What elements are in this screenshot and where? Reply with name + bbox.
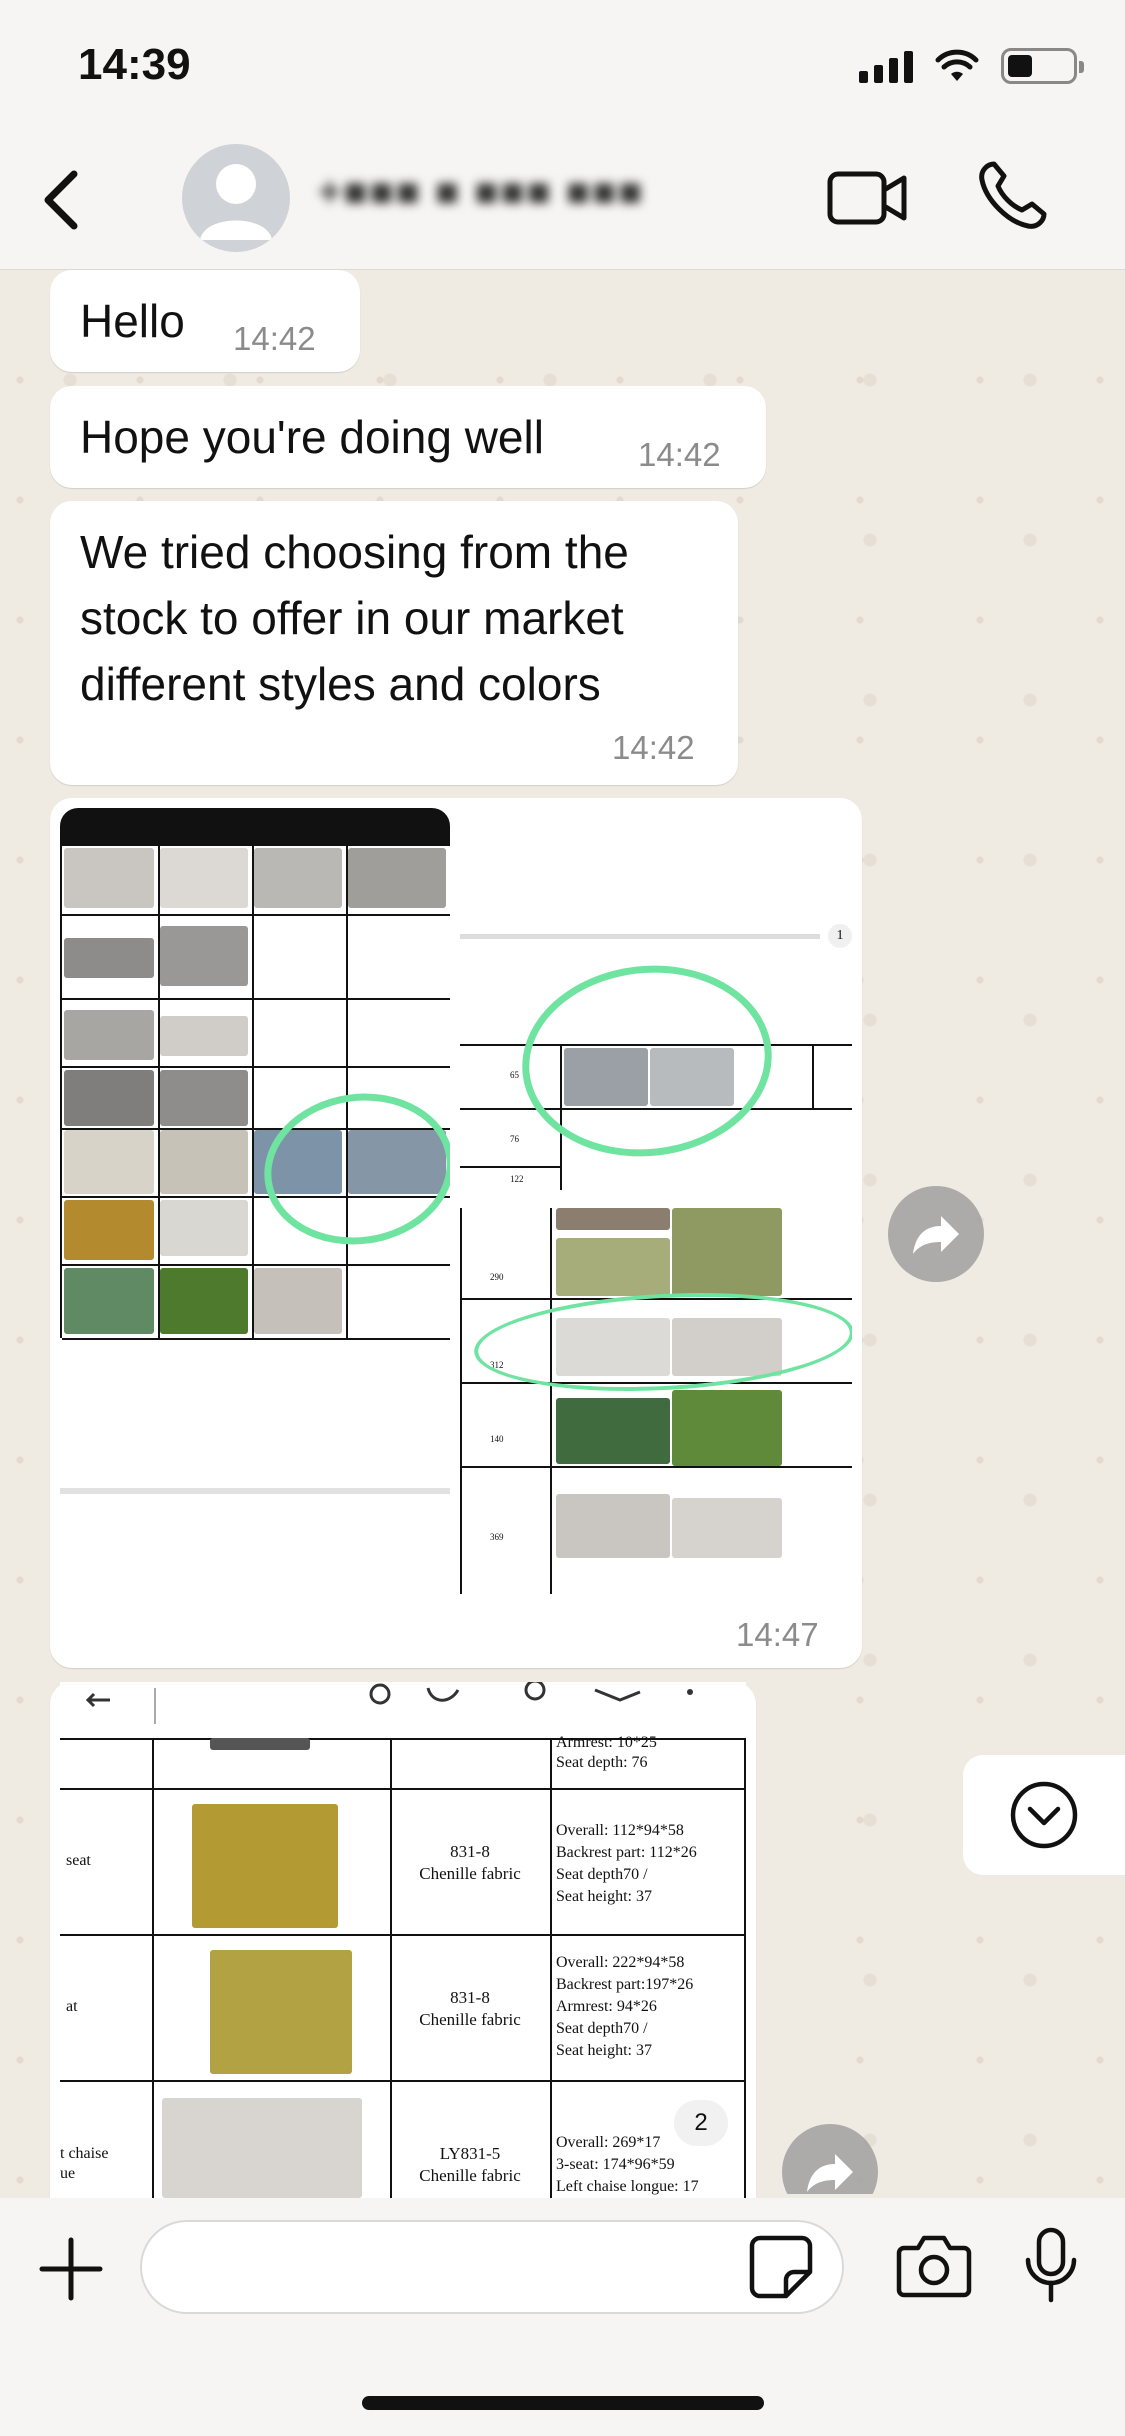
spec-line: Seat height: 37 bbox=[556, 2042, 652, 2059]
media-image-catalog-page[interactable]: 1 65 76 122 bbox=[460, 808, 852, 1190]
signal-icon bbox=[859, 49, 913, 83]
attach-button[interactable] bbox=[36, 2234, 106, 2304]
plus-icon bbox=[39, 2237, 103, 2301]
video-call-button[interactable] bbox=[826, 166, 910, 230]
product-fabric: Chenille fabric bbox=[419, 2010, 521, 2029]
spec-line: Backrest part: 112*26 bbox=[556, 1844, 697, 1861]
row-label: 122 bbox=[510, 1174, 524, 1184]
forward-arrow-icon bbox=[807, 2154, 853, 2192]
message-text: Hope you're doing well bbox=[80, 411, 544, 463]
product-model: 831-8 bbox=[450, 1842, 490, 1861]
message-time: 14:42 bbox=[638, 436, 721, 473]
avatar[interactable] bbox=[182, 144, 290, 252]
camera-button[interactable] bbox=[896, 2230, 972, 2300]
product-fabric: Chenille fabric bbox=[419, 1864, 521, 1883]
spec-line: Seat depth70 / bbox=[556, 1866, 648, 1883]
person-icon bbox=[200, 164, 272, 240]
document-preview-bubble[interactable]: Armrest: 10*25 Seat depth: 76 seat 831-8… bbox=[50, 1682, 756, 2198]
chevron-left-icon bbox=[44, 170, 78, 230]
forward-arrow-icon bbox=[913, 1216, 959, 1254]
product-model: 831-8 bbox=[450, 1988, 490, 2007]
spec-line: Seat depth: 76 bbox=[556, 1754, 648, 1771]
message-text: We tried choosing from the stock to offe… bbox=[80, 526, 629, 710]
message-time: 14:42 bbox=[233, 320, 316, 357]
spec-line: 3-seat: 174*96*59 bbox=[556, 2156, 675, 2173]
message-bubble[interactable]: Hope you're doing well 14:42 bbox=[50, 386, 766, 488]
page-number: 1 bbox=[828, 924, 852, 948]
product-model: LY831-5 bbox=[439, 2144, 501, 2163]
toolbar-icons bbox=[85, 1682, 693, 1724]
spec-line: Left chaise longue: 17 bbox=[556, 2178, 699, 2195]
contact-name[interactable]: +■■■ ■ ■■■ ■■■ bbox=[318, 170, 644, 215]
spec-line: Overall: 112*94*58 bbox=[556, 1822, 684, 1839]
chevron-down-circle-icon bbox=[1010, 1781, 1078, 1849]
page-badge: 2 bbox=[674, 2100, 728, 2146]
battery-icon bbox=[1001, 48, 1084, 84]
microphone-icon bbox=[1025, 2227, 1077, 2303]
sticker-button[interactable] bbox=[748, 2234, 814, 2300]
row-label: 76 bbox=[510, 1134, 519, 1144]
product-name: t chaise ue bbox=[60, 2145, 109, 2182]
home-indicator[interactable] bbox=[362, 2396, 764, 2410]
message-time: 14:42 bbox=[612, 729, 695, 766]
back-button[interactable] bbox=[20, 160, 100, 240]
spec-line: Overall: 222*94*58 bbox=[556, 1954, 685, 1971]
product-photo bbox=[192, 1804, 338, 1928]
product-name: at bbox=[66, 1998, 78, 2015]
media-image-catalog-grid[interactable] bbox=[60, 808, 450, 1528]
message-text: Hello bbox=[80, 295, 185, 347]
spec-line: Backrest part:197*26 bbox=[556, 1976, 694, 1993]
message-input[interactable] bbox=[140, 2220, 844, 2314]
message-bubble[interactable]: Hello 14:42 bbox=[50, 270, 360, 372]
media-group-bubble[interactable]: 1 65 76 122 290 312 140 369 14:47 bbox=[50, 798, 862, 1668]
product-photo bbox=[210, 1950, 352, 2074]
product-name: seat bbox=[66, 1852, 91, 1869]
forward-button[interactable] bbox=[888, 1186, 984, 1282]
spec-line: Seat height: 37 bbox=[556, 1888, 652, 1905]
microphone-button[interactable] bbox=[1020, 2226, 1082, 2306]
camera-icon bbox=[896, 2235, 972, 2298]
video-camera-icon bbox=[827, 171, 907, 225]
document-screenshot[interactable]: Armrest: 10*25 Seat depth: 76 seat 831-8… bbox=[60, 1682, 746, 2198]
row-label: 290 bbox=[490, 1272, 504, 1282]
spec-line: Armrest: 94*26 bbox=[556, 1998, 657, 2015]
scroll-to-bottom-button[interactable] bbox=[963, 1755, 1125, 1875]
media-image-sofa-table[interactable]: 290 312 140 369 bbox=[460, 1208, 852, 1594]
row-label: 369 bbox=[490, 1532, 504, 1542]
spec-line: Seat depth70 / bbox=[556, 2020, 648, 2037]
status-bar: 14:39 bbox=[0, 0, 1125, 140]
media-group-time: 14:47 bbox=[736, 1616, 819, 1653]
status-icons bbox=[859, 48, 1084, 84]
status-time: 14:39 bbox=[78, 40, 191, 89]
row-label: 140 bbox=[490, 1434, 504, 1444]
spec-line: Armrest: 10*25 bbox=[556, 1734, 657, 1751]
voice-call-button[interactable] bbox=[974, 158, 1050, 234]
message-bubble[interactable]: We tried choosing from the stock to offe… bbox=[50, 501, 738, 785]
product-photo bbox=[162, 2098, 362, 2198]
chat-header: +■■■ ■ ■■■ ■■■ bbox=[0, 140, 1125, 270]
phone-icon bbox=[979, 161, 1047, 229]
product-fabric: Chenille fabric bbox=[419, 2166, 521, 2185]
sticker-icon bbox=[749, 2235, 813, 2299]
row-label: 65 bbox=[510, 1070, 519, 1080]
spec-line: Overall: 269*17 bbox=[556, 2134, 661, 2151]
wifi-icon bbox=[935, 49, 979, 81]
